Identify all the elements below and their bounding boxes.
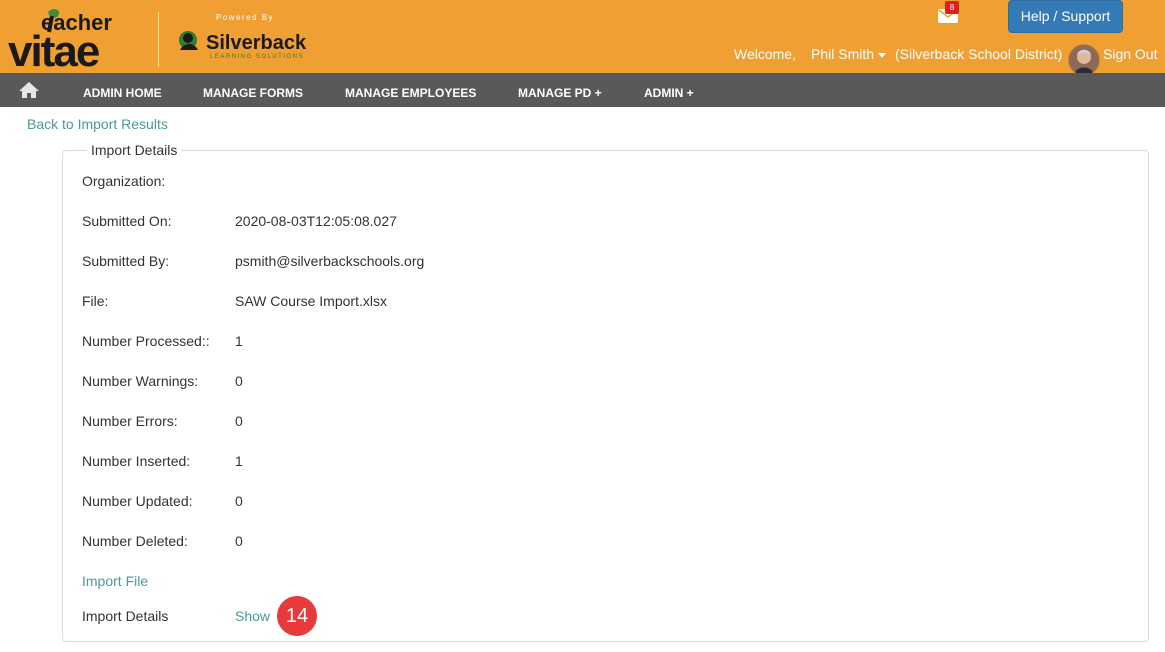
main-nav: ADMIN HOME MANAGE FORMS MANAGE EMPLOYEES… [0,73,1165,107]
caret-down-icon[interactable] [878,52,887,58]
number-processed-value: 1 [235,333,243,349]
mail-count-badge: 8 [945,1,959,14]
number-errors-value: 0 [235,413,243,429]
home-icon[interactable] [18,81,40,99]
nav-admin[interactable]: ADMIN + [644,73,694,107]
submitted-by-label: Submitted By: [82,253,170,269]
submitted-on-label: Submitted On: [82,213,172,229]
nav-manage-pd[interactable]: MANAGE PD + [518,73,602,107]
file-label: File: [82,293,109,309]
user-name[interactable]: Phil Smith [811,46,874,62]
number-updated-label: Number Updated: [82,493,193,509]
avatar[interactable] [1068,44,1100,76]
import-file-link[interactable]: Import File [82,573,148,589]
help-support-button[interactable]: Help / Support [1008,0,1123,33]
welcome-text: Welcome, [734,46,796,62]
number-inserted-label: Number Inserted: [82,453,191,469]
district-name: (Silverback School District) [895,46,1063,62]
number-inserted-value: 1 [235,453,243,469]
number-deleted-value: 0 [235,533,243,549]
number-processed-label: Number Processed:: [82,333,210,349]
silverback-tagline: LEARNING SOLUTIONS [210,54,304,60]
import-details-label: Import Details [82,608,169,624]
sign-out-link[interactable]: Sign Out [1103,46,1157,62]
file-value: SAW Course Import.xlsx [235,293,387,309]
step-number-badge: 14 [277,596,317,636]
nav-admin-home[interactable]: ADMIN HOME [83,73,162,107]
submitted-on-value: 2020-08-03T12:05:08.027 [235,213,397,229]
logo-divider [158,12,159,67]
silverback-logo: Silverback LEARNING SOLUTIONS [179,31,307,60]
teacher-vitae-logo[interactable]: eacher vitae [8,8,148,68]
submitted-by-value: psmith@silverbackschools.org [235,253,425,269]
import-details-panel: Import Details [62,142,1149,642]
organization-label: Organization: [82,173,166,189]
number-errors-label: Number Errors: [82,413,178,429]
panel-title: Import Details [91,142,178,158]
nav-manage-employees[interactable]: MANAGE EMPLOYEES [345,73,476,107]
number-warnings-value: 0 [235,373,243,389]
number-deleted-label: Number Deleted: [82,533,188,549]
number-warnings-label: Number Warnings: [82,373,199,389]
show-details-link[interactable]: Show [235,608,270,624]
back-to-import-results-link[interactable]: Back to Import Results [27,116,168,132]
user-menu[interactable]: Phil Smith [811,46,887,62]
number-updated-value: 0 [235,493,243,509]
nav-manage-forms[interactable]: MANAGE FORMS [203,73,303,107]
top-header: eacher vitae Powered By Silverback LEARN… [0,0,1165,76]
svg-text:vitae: vitae [8,27,99,68]
silverback-name: Silverback [206,32,307,54]
